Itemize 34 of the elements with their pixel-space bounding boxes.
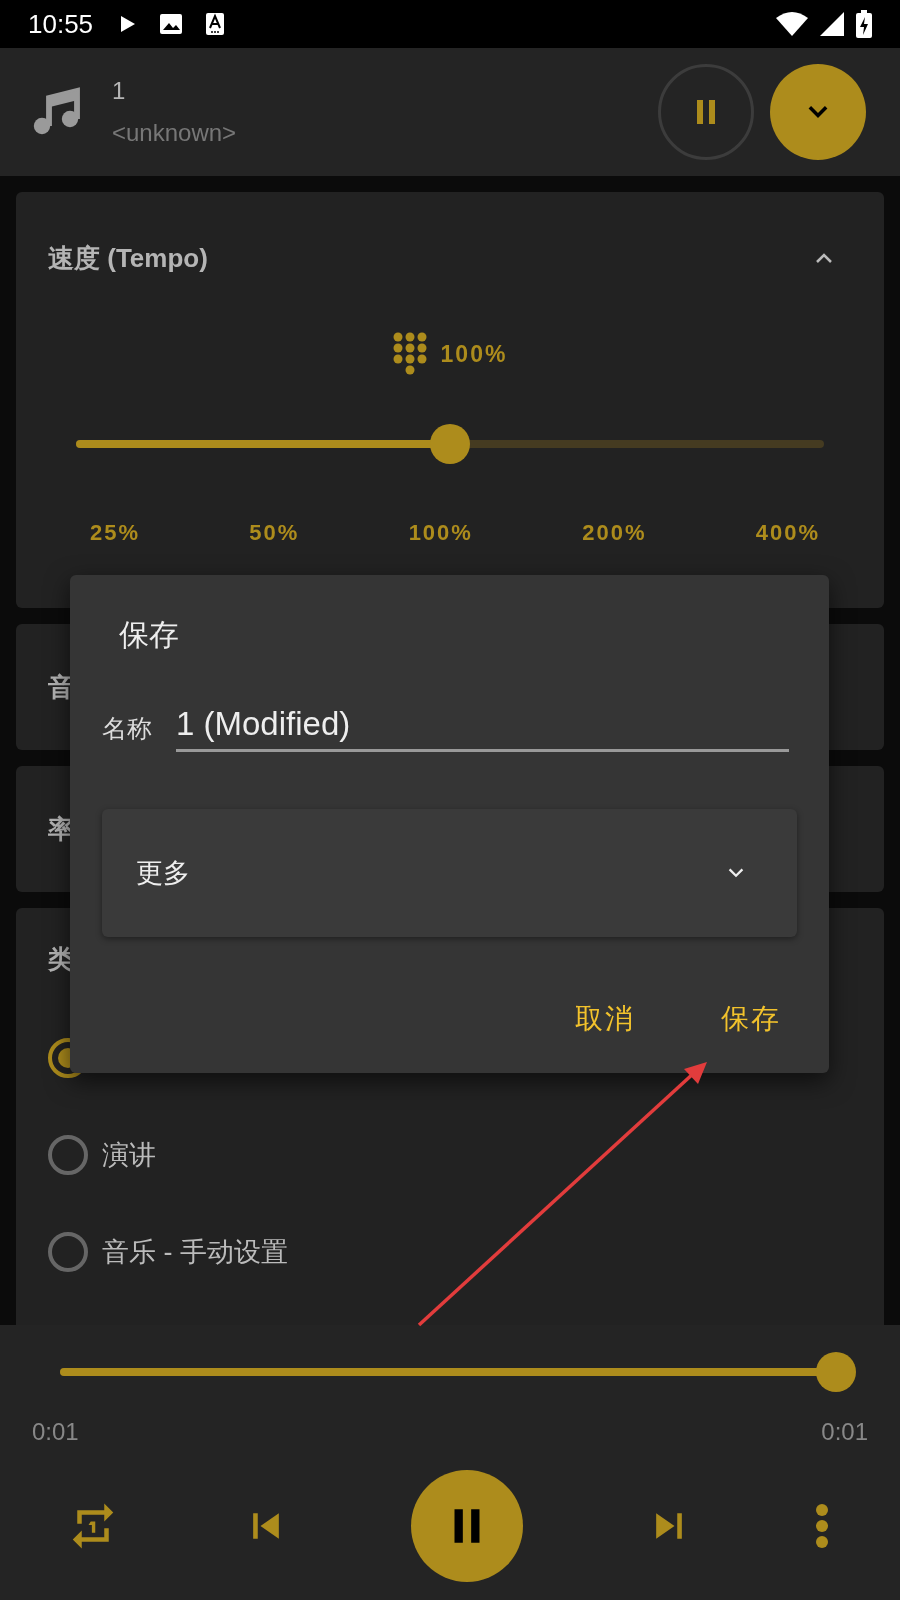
signal-icon: [820, 12, 844, 36]
more-options-button[interactable]: [814, 1502, 830, 1550]
more-vertical-icon: [814, 1502, 830, 1550]
radio-button[interactable]: [48, 1134, 88, 1175]
elapsed-time: 0:01: [32, 1418, 79, 1446]
more-panel[interactable]: 更多: [102, 809, 797, 937]
tick-label: 100%: [408, 520, 473, 546]
track-artist: <unknown>: [112, 119, 237, 147]
tick-label: 25%: [90, 520, 141, 546]
duration-time: 0:01: [821, 1418, 868, 1446]
track-title: 1: [112, 77, 127, 105]
font-icon: [205, 12, 226, 36]
tick-label: 50%: [249, 520, 300, 546]
radio-button[interactable]: [48, 1231, 88, 1272]
dots-icon: [392, 332, 427, 376]
option-label: 音乐 - 手动设置: [102, 1235, 288, 1269]
save-button[interactable]: 保存: [721, 1000, 781, 1038]
wifi-icon: [776, 12, 808, 36]
option-label: 演讲: [102, 1138, 156, 1172]
card-title: 速度 (Tempo): [48, 241, 208, 275]
card-title: 音: [48, 670, 74, 704]
tick-label: 400%: [755, 520, 820, 546]
dialog-title: 保存: [119, 617, 179, 653]
tempo-value: 100%: [440, 340, 508, 368]
pause-button[interactable]: [658, 64, 754, 160]
tick-label: 200%: [582, 520, 647, 546]
slider-thumb[interactable]: [430, 424, 470, 464]
name-label: 名称: [102, 713, 152, 744]
slider-thumb[interactable]: [816, 1352, 856, 1392]
battery-icon: [856, 10, 872, 38]
status-time: 10:55: [28, 8, 94, 40]
cancel-button[interactable]: 取消: [575, 1000, 635, 1038]
image-icon: [159, 13, 184, 35]
name-field[interactable]: 1 (Modified): [176, 705, 789, 752]
